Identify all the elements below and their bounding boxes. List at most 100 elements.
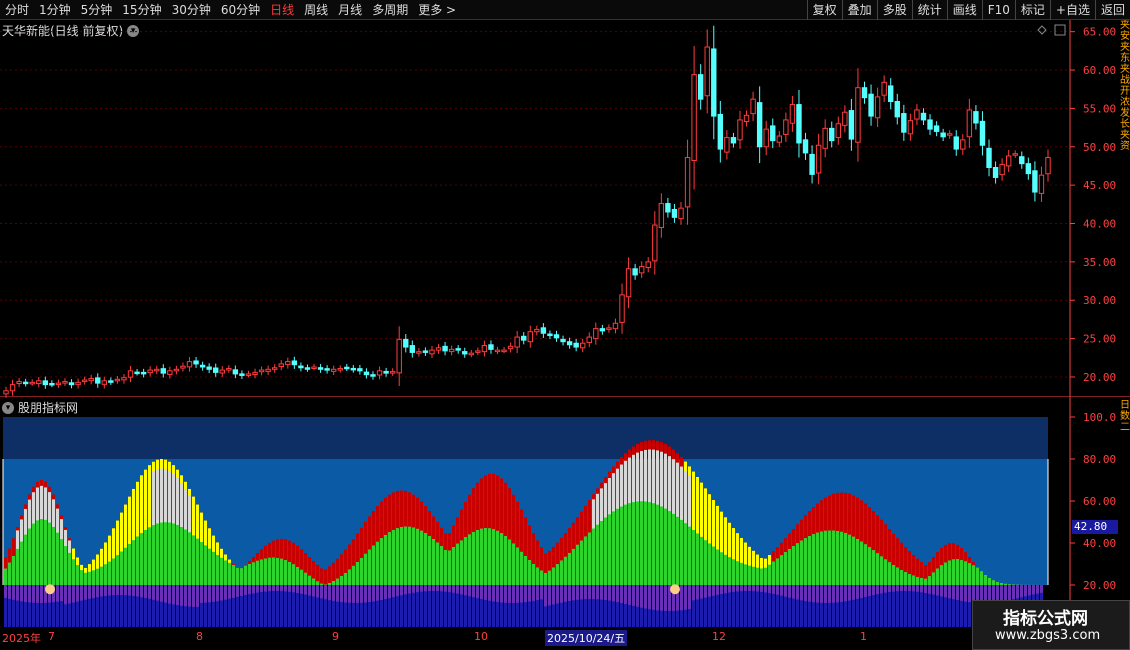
date-label: 1 — [860, 630, 867, 643]
period-tab-4[interactable]: 30分钟 — [167, 1, 216, 18]
osc-bar-green — [712, 546, 715, 585]
toolbar-button-6[interactable]: 标记 — [1014, 0, 1050, 20]
toolbar-button-0[interactable]: 复权 — [806, 0, 842, 20]
osc-bar-green — [412, 527, 415, 585]
base-bar-indigo — [428, 585, 431, 627]
base-bar-purple — [940, 585, 943, 597]
osc-bar-green — [728, 557, 731, 585]
base-bar-indigo — [752, 585, 755, 627]
osc-bar-green — [160, 522, 163, 585]
period-tab-3[interactable]: 15分钟 — [117, 1, 166, 18]
base-bar-purple — [536, 585, 539, 601]
base-bar-purple — [592, 585, 595, 600]
period-tab-6[interactable]: 日线 — [265, 1, 299, 18]
price-chart[interactable]: 65.00 60.00 55.00 50.00 45.00 40.00 35.00 30.00… — [0, 20, 1130, 416]
candle-body — [337, 368, 343, 371]
period-tab-10[interactable]: 更多 > — [413, 1, 461, 18]
base-bar-purple — [840, 585, 843, 602]
candle-body — [193, 360, 199, 365]
base-bar-purple — [1024, 585, 1027, 597]
candle-body — [422, 350, 429, 353]
osc-bar-green — [632, 502, 635, 585]
base-bar-indigo — [272, 585, 275, 627]
toolbar-button-1[interactable]: 叠加 — [841, 0, 877, 20]
base-bar-purple — [920, 585, 923, 593]
base-bar-purple — [384, 585, 387, 600]
base-bar-purple — [1036, 585, 1039, 594]
osc-bar-green — [860, 541, 863, 585]
osc-bar-green — [56, 532, 59, 585]
osc-bar-green — [848, 534, 851, 585]
osc-bar-green — [752, 566, 755, 585]
base-bar-purple — [96, 585, 99, 598]
toolbar-button-7[interactable]: +自选 — [1049, 0, 1095, 20]
candle-body — [999, 163, 1005, 176]
osc-bar-green — [204, 545, 207, 585]
candle-body — [9, 384, 16, 392]
candle-body — [868, 93, 874, 117]
osc-bar-green — [592, 528, 595, 585]
toolbar-button-5[interactable]: F10 — [981, 0, 1015, 20]
base-bar-purple — [624, 585, 627, 604]
candle-body — [226, 368, 232, 371]
base-bar-purple — [468, 585, 471, 597]
osc-bar-green — [156, 523, 159, 585]
toolbar-button-8[interactable]: 返回 — [1094, 0, 1130, 20]
base-bar-purple — [76, 585, 79, 602]
base-bar-purple — [1020, 585, 1023, 598]
candle-body — [455, 348, 461, 351]
osc-bar-green — [192, 535, 195, 585]
osc-bar-green — [968, 563, 971, 585]
base-bar-purple — [516, 585, 519, 603]
osc-bar-green — [76, 565, 79, 585]
osc-bar-green — [244, 565, 247, 585]
base-bar-purple — [128, 585, 131, 596]
indicator-chart[interactable]: 100.0 80.00 60.00 40.00 20.00 — [0, 396, 1130, 628]
candle-body — [573, 342, 579, 348]
period-tab-5[interactable]: 60分钟 — [216, 1, 265, 18]
base-bar-purple — [784, 585, 787, 597]
price-tick-label: 30.00 — [1083, 294, 1116, 307]
base-bar-purple — [448, 585, 451, 593]
osc-bar-green — [604, 517, 607, 585]
osc-bar-green — [588, 532, 591, 585]
candle-body — [239, 373, 245, 376]
candle-body — [68, 382, 75, 386]
period-tab-8[interactable]: 月线 — [333, 1, 367, 18]
osc-bar-green — [524, 556, 527, 585]
period-tab-1[interactable]: 1分钟 — [34, 1, 76, 18]
base-bar-purple — [184, 585, 187, 607]
period-tab-9[interactable]: 多周期 — [367, 1, 413, 18]
osc-bar-green — [236, 567, 239, 585]
osc-bar-green — [252, 562, 255, 585]
osc-bar-green — [972, 565, 975, 585]
candle-body — [147, 369, 153, 374]
toolbar-button-3[interactable]: 统计 — [911, 0, 947, 20]
candle-body — [540, 327, 547, 334]
base-bar-purple — [620, 585, 623, 604]
base-bar-purple — [772, 585, 775, 594]
osc-bar-green — [468, 534, 471, 585]
base-bar-purple — [188, 585, 191, 607]
osc-bar-green — [840, 531, 843, 585]
period-tab-0[interactable]: 分时 — [0, 1, 34, 18]
toolbar-button-4[interactable]: 画线 — [946, 0, 982, 20]
base-bar-purple — [360, 585, 363, 603]
base-bar-purple — [4, 585, 7, 598]
osc-bar-green — [532, 564, 535, 585]
osc-bar-green — [668, 511, 671, 585]
base-bar-purple — [500, 585, 503, 603]
osc-bar-green — [392, 530, 395, 585]
osc-bar-green — [540, 570, 543, 585]
osc-bar-green — [356, 562, 359, 585]
osc-bar-green — [1000, 583, 1003, 585]
toolbar-button-2[interactable]: 多股 — [876, 0, 912, 20]
base-bar-purple — [868, 585, 871, 597]
candle-body — [986, 147, 992, 168]
candle-body — [894, 101, 900, 118]
candle-body — [95, 377, 101, 384]
base-bar-purple — [220, 585, 223, 601]
osc-bar-green — [864, 544, 867, 585]
period-tab-7[interactable]: 周线 — [299, 1, 333, 18]
period-tab-2[interactable]: 5分钟 — [76, 1, 118, 18]
